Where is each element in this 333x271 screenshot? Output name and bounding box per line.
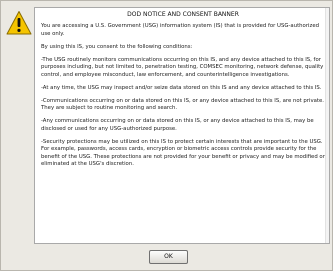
ok-button[interactable]: OK (149, 250, 188, 264)
paragraph-inspection: -At any time, the USG may inspect and/or… (41, 84, 322, 91)
paragraph-monitoring: -The USG routinely monitors communicatio… (41, 56, 324, 78)
vertical-scrollbar[interactable] (325, 8, 329, 243)
paragraph-security-protections: -Security protections may be utilized on… (41, 138, 325, 168)
warning-triangle-icon (6, 11, 32, 35)
banner-title: DOD NOTICE AND CONSENT BANNER (127, 11, 239, 18)
consent-dialog: DOD NOTICE AND CONSENT BANNER You are ac… (0, 0, 333, 271)
paragraph-consent-intro: By using this IS, you consent to the fol… (41, 43, 193, 50)
paragraph-access-notice: You are accessing a U.S. Government (USG… (41, 23, 319, 37)
banner-text-area[interactable]: DOD NOTICE AND CONSENT BANNER You are ac… (34, 7, 330, 244)
paragraph-disclosure: -Any communications occurring on or data… (41, 118, 314, 132)
paragraph-not-private: -Communications occurring on or data sto… (41, 97, 324, 112)
